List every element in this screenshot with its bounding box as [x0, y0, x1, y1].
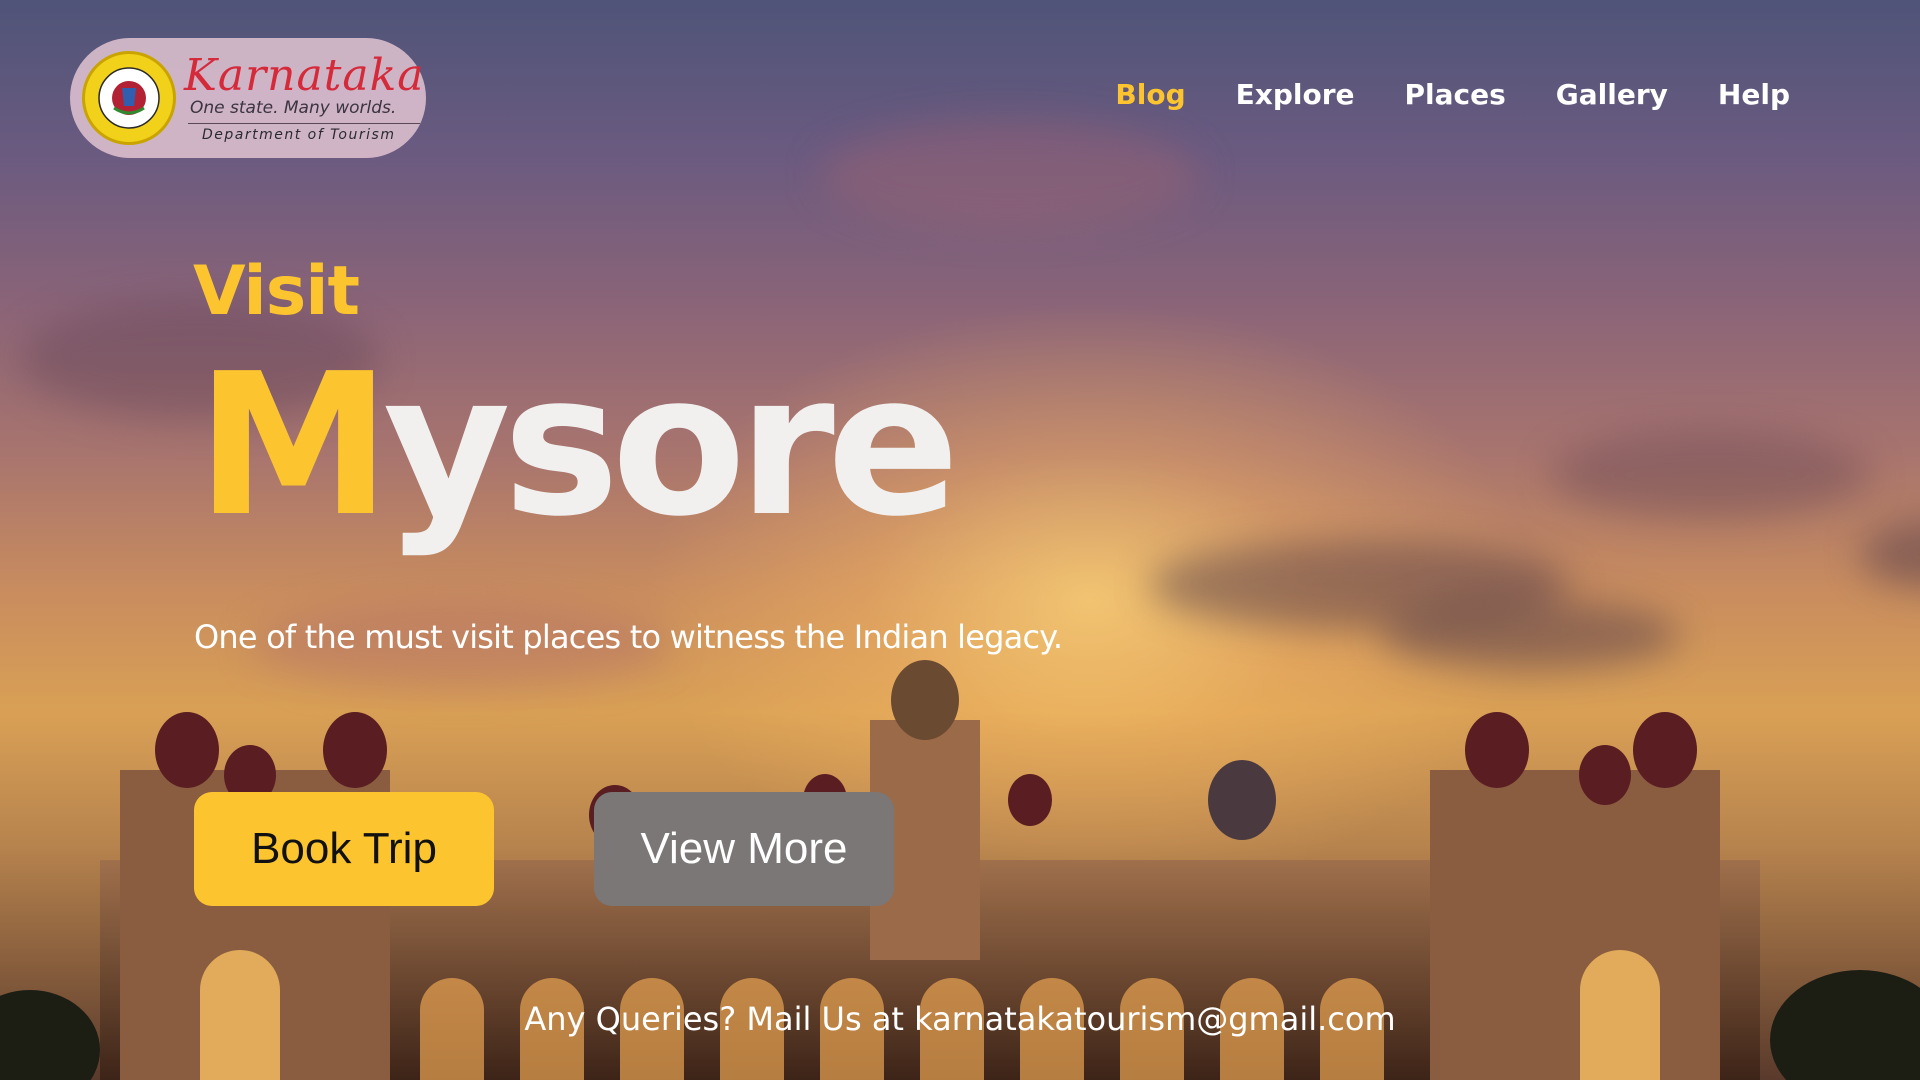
logo-text: Karnataka One state. Many worlds. Depart…	[184, 50, 425, 143]
cloud	[820, 120, 1200, 230]
hero-page: Karnataka One state. Many worlds. Depart…	[0, 0, 1920, 1080]
logo-divider	[188, 123, 420, 124]
nav-item-gallery[interactable]: Gallery	[1556, 78, 1668, 111]
hero-city-first-letter: M	[196, 332, 391, 560]
karnataka-emblem-icon	[82, 51, 176, 145]
logo-title: Karnataka	[184, 50, 425, 101]
contact-prefix: Any Queries? Mail Us at	[524, 1000, 915, 1038]
hero-kicker: Visit	[193, 252, 360, 331]
hero-city-title: Mysore	[196, 348, 960, 544]
hero-city-rest: ysore	[383, 332, 960, 560]
contact-note: Any Queries? Mail Us at karnatakatourism…	[0, 1000, 1920, 1038]
view-more-button[interactable]: View More	[594, 792, 894, 906]
hero-tagline: One of the must visit places to witness …	[194, 618, 1063, 656]
nav-item-explore[interactable]: Explore	[1236, 78, 1355, 111]
nav-item-places[interactable]: Places	[1405, 78, 1506, 111]
main-nav: Blog Explore Places Gallery Help	[1115, 78, 1790, 111]
karnataka-tourism-logo[interactable]: Karnataka One state. Many worlds. Depart…	[70, 38, 426, 158]
logo-department: Department of Tourism	[202, 127, 396, 143]
cloud	[1860, 520, 1920, 590]
nav-item-help[interactable]: Help	[1718, 78, 1790, 111]
contact-email-link[interactable]: karnatakatourism@gmail.com	[914, 1000, 1395, 1038]
book-trip-button[interactable]: Book Trip	[194, 792, 494, 906]
logo-tagline: One state. Many worlds.	[190, 98, 397, 118]
nav-item-blog[interactable]: Blog	[1115, 78, 1185, 111]
cloud	[1550, 430, 1870, 520]
